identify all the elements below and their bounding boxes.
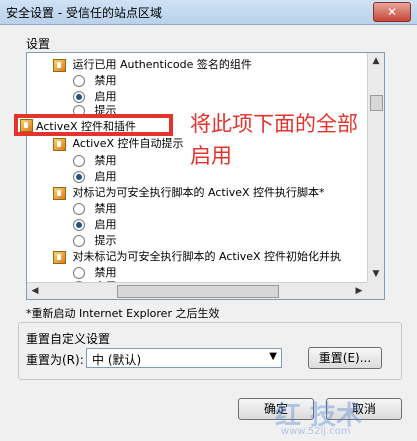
reset-level-select[interactable]: 中 (默认) ▼ <box>86 348 282 368</box>
scroll-corner <box>367 282 384 299</box>
reset-to-label: 重置为(R): <box>26 353 84 367</box>
reset-level-value: 中 (默认) <box>92 353 142 367</box>
option-icon <box>53 137 66 151</box>
option-activex-auto-prompt: ActiveX 控件自动提示 <box>53 136 184 152</box>
ok-button[interactable]: 确定 <box>238 398 314 420</box>
settings-tree[interactable]: 运行已用 Authenticode 签名的组件 禁用 启用 提示 ActiveX… <box>26 52 385 300</box>
annotation-text: 将此项下面的全部 启用 <box>190 108 412 172</box>
settings-label: 设置 <box>26 37 51 51</box>
scroll-up-icon[interactable]: ▲ <box>368 53 384 69</box>
radio-button[interactable] <box>73 203 85 215</box>
scroll-right-icon[interactable]: ▶ <box>351 283 367 299</box>
cancel-button[interactable]: 取消 <box>326 398 402 420</box>
radio-authenticode-disable[interactable]: 禁用 <box>73 73 117 89</box>
annotation-line-1: 将此项下面的全部 <box>190 112 358 136</box>
title-bar: 安全设置 - 受信任的站点区域 ✕ <box>0 0 417 25</box>
option-init-unsafe-activex: 对未标记为可安全执行脚本的 ActiveX 控件初始化并执 <box>53 249 341 265</box>
restart-note: *重新启动 Internet Explorer 之后生效 <box>26 307 220 320</box>
radio-scriptsafe-disable[interactable]: 禁用 <box>73 201 117 217</box>
reset-button[interactable]: 重置(E)... <box>308 347 382 369</box>
radio-autoprompt-enable[interactable]: 启用 <box>73 169 117 185</box>
radio-scriptsafe-enable[interactable]: 启用 <box>73 217 117 233</box>
chevron-down-icon: ▼ <box>269 351 277 362</box>
radio-button-checked[interactable] <box>73 219 85 231</box>
annotation-line-2: 启用 <box>190 144 232 168</box>
reset-group-title: 重置自定义设置 <box>26 332 111 346</box>
radio-autoprompt-disable[interactable]: 禁用 <box>73 153 117 169</box>
radio-button[interactable] <box>73 75 85 87</box>
category-activex-controls[interactable]: ActiveX 控件和插件 <box>36 118 136 134</box>
radio-button[interactable] <box>73 155 85 167</box>
option-icon <box>53 186 66 200</box>
horizontal-scrollbar[interactable]: ◀ ▶ <box>27 282 367 299</box>
scroll-down-icon[interactable]: ▼ <box>368 266 384 282</box>
radio-scriptsafe-prompt[interactable]: 提示 <box>73 233 117 249</box>
scroll-left-icon[interactable]: ◀ <box>27 283 43 299</box>
close-button[interactable]: ✕ <box>373 2 411 22</box>
watermark-sub: www.52lj.com <box>281 426 351 437</box>
option-icon <box>53 250 66 264</box>
option-script-safe-activex: 对标记为可安全执行脚本的 ActiveX 控件执行脚本* <box>53 185 325 201</box>
option-authenticode: 运行已用 Authenticode 签名的组件 <box>53 57 252 73</box>
radio-button[interactable] <box>73 267 85 279</box>
close-icon: ✕ <box>386 5 398 19</box>
window-title: 安全设置 - 受信任的站点区域 <box>6 6 162 20</box>
scrollbar-thumb[interactable] <box>117 285 279 298</box>
radio-button[interactable] <box>73 235 85 247</box>
radio-button-checked[interactable] <box>73 91 85 103</box>
activex-category-icon <box>20 119 33 132</box>
radio-button-checked[interactable] <box>73 171 85 183</box>
option-icon <box>53 58 66 72</box>
